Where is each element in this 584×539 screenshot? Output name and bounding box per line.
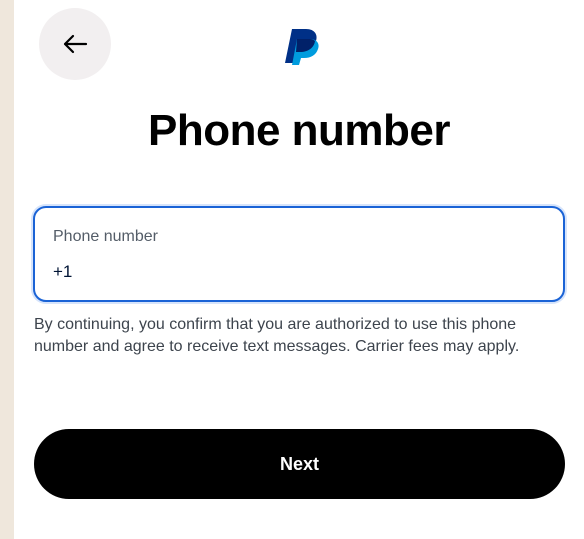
arrow-left-icon [63, 34, 88, 54]
phone-number-field[interactable]: Phone number +1 [33, 206, 565, 302]
consent-disclaimer: By continuing, you confirm that you are … [34, 316, 520, 355]
next-button[interactable]: Next [34, 429, 565, 499]
phone-number-screen: Phone number Phone number +1 By continui… [14, 0, 584, 539]
paypal-logo [285, 29, 319, 65]
phone-number-label: Phone number [53, 228, 158, 245]
page-title: Phone number [147, 106, 451, 155]
back-button[interactable] [39, 8, 111, 80]
phone-number-input[interactable]: +1 [53, 262, 72, 282]
